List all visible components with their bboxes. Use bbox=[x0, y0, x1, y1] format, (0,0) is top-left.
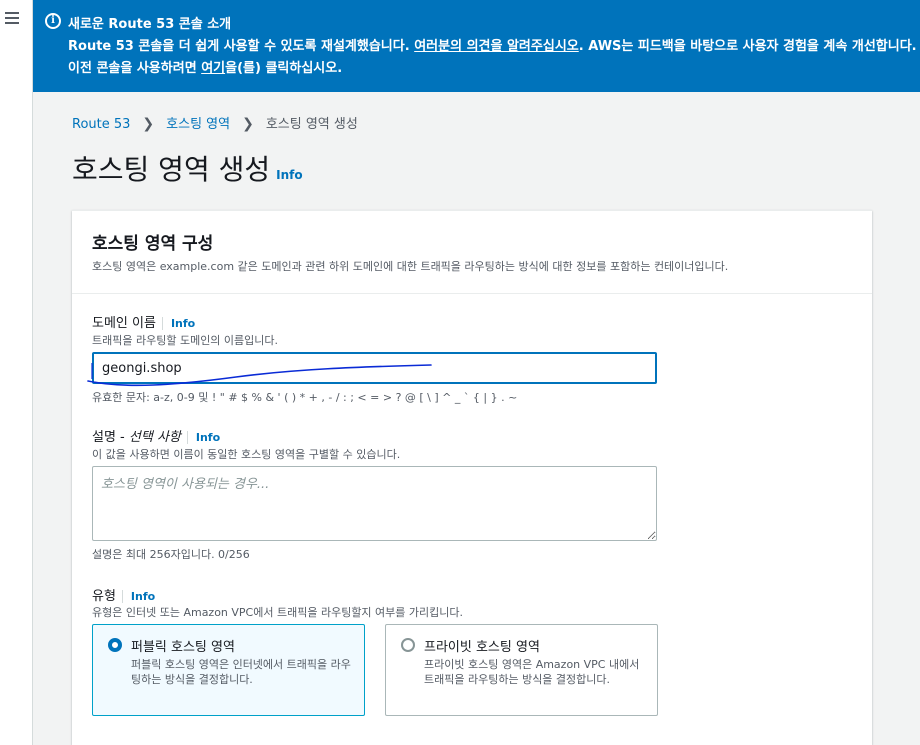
radio-selected-icon[interactable] bbox=[108, 638, 122, 652]
type-label: 유형 Info bbox=[92, 585, 156, 604]
old-console-link[interactable]: 여기 bbox=[201, 61, 225, 76]
public-zone-tile[interactable]: 퍼블릭 호스팅 영역 퍼블릭 호스팅 영역은 인터넷에서 트래픽을 라우팅하는 … bbox=[92, 624, 365, 716]
description-info-link[interactable]: Info bbox=[186, 431, 221, 444]
card-description: 호스팅 영역은 example.com 같은 도메인과 관련 하위 도메인에 대… bbox=[92, 260, 729, 273]
chevron-right-icon: ❯ bbox=[142, 116, 155, 132]
type-hint: 유형은 인터넷 또는 Amazon VPC에서 트래픽을 라우팅할지 여부를 가… bbox=[92, 606, 464, 619]
description-label: 설명 - 선택 사항 Info bbox=[92, 426, 221, 445]
breadcrumb-hosted-zones[interactable]: 호스팅 영역 bbox=[166, 117, 230, 132]
feedback-link[interactable]: 여러분의 의견을 알려주십시오 bbox=[414, 39, 579, 54]
left-rail bbox=[0, 0, 33, 745]
description-hint: 이 값을 사용하면 이름이 동일한 호스팅 영역을 구별할 수 있습니다. bbox=[92, 448, 401, 461]
breadcrumb-current: 호스팅 영역 생성 bbox=[265, 117, 358, 132]
hamburger-icon[interactable] bbox=[5, 12, 19, 24]
page-title: 호스팅 영역 생성 Info bbox=[72, 148, 303, 188]
banner-text-2: . AWS는 피드백을 바탕으로 사용자 경험을 계속 개선합 bbox=[578, 39, 888, 54]
domain-label: 도메인 이름 Info bbox=[92, 312, 196, 331]
description-counter: 설명은 최대 256자입니다. 0/256 bbox=[92, 548, 250, 561]
radio-unselected-icon[interactable] bbox=[401, 638, 415, 652]
banner-body: Route 53 콘솔을 더 쉽게 사용할 수 있도록 재설계했습니다. 여러분… bbox=[68, 36, 920, 82]
info-circle-icon: i bbox=[45, 13, 61, 29]
public-zone-title: 퍼블릭 호스팅 영역 bbox=[131, 640, 235, 655]
description-textarea[interactable] bbox=[92, 466, 657, 541]
domain-hint: 트래픽을 라우팅할 도메인의 이름입니다. bbox=[92, 334, 279, 347]
type-info-link[interactable]: Info bbox=[121, 590, 156, 603]
domain-constraint: 유효한 문자: a-z, 0-9 및 ! " # $ % & ' ( ) * +… bbox=[92, 391, 518, 404]
domain-info-link[interactable]: Info bbox=[161, 317, 196, 330]
private-zone-tile[interactable]: 프라이빗 호스팅 영역 프라이빗 호스팅 영역은 Amazon VPC 내에서 … bbox=[385, 624, 658, 716]
hosted-zone-config-card: 호스팅 영역 구성 호스팅 영역은 example.com 같은 도메인과 관련… bbox=[72, 210, 872, 745]
banner-text-1: Route 53 콘솔을 더 쉽게 사용할 수 있도록 재설계했습니다. bbox=[68, 39, 415, 54]
private-zone-title: 프라이빗 호스팅 영역 bbox=[424, 640, 540, 655]
card-header: 호스팅 영역 구성 호스팅 영역은 example.com 같은 도메인과 관련… bbox=[72, 211, 872, 294]
breadcrumb-route53[interactable]: Route 53 bbox=[72, 117, 130, 132]
domain-name-input[interactable] bbox=[92, 352, 657, 384]
page-title-text: 호스팅 영역 생성 bbox=[72, 153, 271, 186]
banner-title: 새로운 Route 53 콘솔 소개 bbox=[68, 17, 232, 32]
breadcrumb: Route 53 ❯ 호스팅 영역 ❯ 호스팅 영역 생성 bbox=[72, 113, 358, 132]
intro-banner: i 새로운 Route 53 콘솔 소개 Route 53 콘솔을 더 쉽게 사… bbox=[33, 0, 920, 92]
card-title: 호스팅 영역 구성 bbox=[92, 234, 214, 254]
chevron-right-icon: ❯ bbox=[242, 116, 254, 132]
description-label-text: 설명 - bbox=[92, 430, 129, 445]
private-zone-desc: 프라이빗 호스팅 영역은 Amazon VPC 내에서 트래픽을 라우팅하는 방… bbox=[424, 658, 640, 686]
page-info-link[interactable]: Info bbox=[276, 168, 302, 182]
description-optional: 선택 사항 bbox=[128, 430, 181, 445]
domain-label-text: 도메인 이름 bbox=[92, 316, 156, 331]
type-label-text: 유형 bbox=[92, 589, 116, 604]
public-zone-desc: 퍼블릭 호스팅 영역은 인터넷에서 트래픽을 라우팅하는 방식을 결정합니다. bbox=[131, 658, 351, 686]
banner-text-4: 을(를) 클릭하십시오. bbox=[225, 61, 343, 76]
